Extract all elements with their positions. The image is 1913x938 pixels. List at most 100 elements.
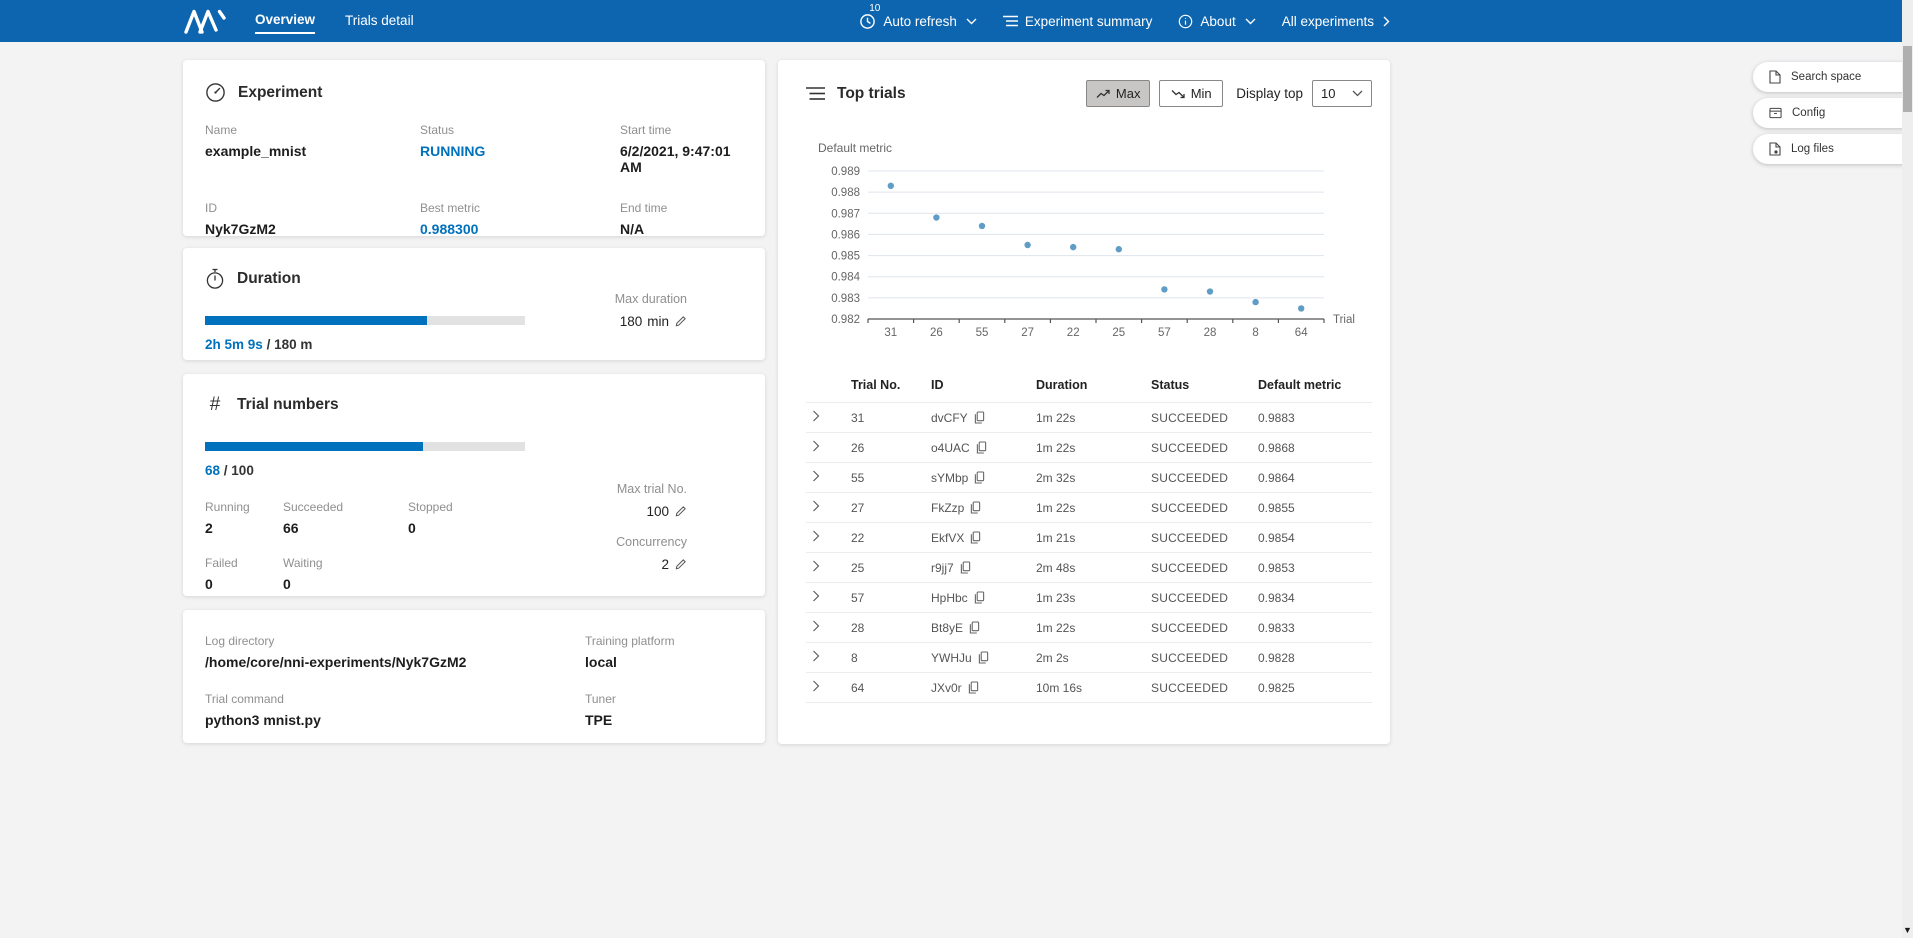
field-value: N/A	[620, 221, 743, 237]
table-row: 22 EkfVX 1m 21s SUCCEEDED 0.9854	[806, 523, 1372, 553]
edit-max-duration-pencil-icon[interactable]	[674, 315, 687, 328]
svg-text:26: 26	[930, 327, 943, 339]
col-header-duration: Duration	[1036, 372, 1151, 403]
display-top-select[interactable]: 10	[1312, 80, 1372, 107]
cell-duration: 1m 22s	[1036, 493, 1151, 523]
expand-row-chevron-icon[interactable]	[806, 680, 820, 692]
cell-status: SUCCEEDED	[1151, 643, 1258, 673]
experiment-info-card: Log directory /home/core/nni-experiments…	[183, 610, 765, 743]
scrollbar-thumb[interactable]	[1903, 46, 1912, 112]
experiment-summary-button[interactable]: Experiment summary	[1003, 14, 1153, 29]
cell-trial-no: 55	[851, 463, 931, 493]
stat-value: 2	[205, 520, 283, 536]
experiment-summary-label: Experiment summary	[1025, 14, 1153, 29]
table-row: 31 dvCFY 1m 22s SUCCEEDED 0.9883	[806, 403, 1372, 433]
nni-logo-icon[interactable]	[183, 8, 227, 35]
copy-id-icon[interactable]	[974, 411, 985, 424]
summary-list-icon	[1003, 15, 1018, 27]
duration-progress-bar	[205, 316, 525, 325]
max-duration-block: Max duration 180 min	[615, 292, 687, 345]
cell-trial-id: FkZzp	[931, 501, 964, 515]
expand-row-chevron-icon[interactable]	[806, 650, 820, 662]
max-toggle-button[interactable]: Max	[1086, 80, 1150, 107]
side-panel-button[interactable]: Config	[1753, 98, 1913, 128]
trial-numbers-card: # Trial numbers 68 / 100 Running 2 Succe…	[183, 374, 765, 596]
max-button-label: Max	[1116, 86, 1141, 101]
copy-id-icon[interactable]	[976, 441, 987, 454]
nav-tab-label: Trials detail	[345, 13, 414, 28]
svg-text:27: 27	[1021, 327, 1034, 339]
copy-id-icon[interactable]	[978, 651, 989, 664]
svg-text:0.985: 0.985	[831, 251, 860, 263]
cell-trial-id: dvCFY	[931, 411, 968, 425]
info-fields-grid: Log directory /home/core/nni-experiments…	[205, 634, 743, 728]
svg-text:0.983: 0.983	[831, 293, 860, 305]
expand-row-chevron-icon[interactable]	[806, 530, 820, 542]
field: End time N/A	[620, 201, 743, 237]
expand-row-chevron-icon[interactable]	[806, 470, 820, 482]
all-experiments-link[interactable]: All experiments	[1282, 14, 1390, 29]
experiment-fields-grid: Name example_mnist Status RUNNING Start …	[205, 123, 743, 237]
cell-trial-id: sYMbp	[931, 471, 968, 485]
field-value: example_mnist	[205, 143, 420, 159]
about-menu[interactable]: About	[1178, 14, 1255, 29]
svg-text:31: 31	[884, 327, 897, 339]
refresh-clock-icon: 10	[859, 13, 876, 30]
field-label: Name	[205, 123, 420, 137]
concurrency-label: Concurrency	[616, 535, 687, 549]
cell-status: SUCCEEDED	[1151, 433, 1258, 463]
trial-stat: Waiting 0	[283, 556, 408, 592]
edit-concurrency-pencil-icon[interactable]	[674, 558, 687, 571]
default-metric-chart: Default metric 0.9890.9880.9870.9860.985…	[806, 141, 1372, 348]
table-row: 64 JXv0r 10m 16s SUCCEEDED 0.9825	[806, 673, 1372, 703]
stopwatch-icon	[205, 268, 225, 290]
expand-row-chevron-icon[interactable]	[806, 560, 820, 572]
min-toggle-button[interactable]: Min	[1159, 80, 1223, 107]
experiment-gauge-icon	[205, 82, 226, 103]
expand-row-chevron-icon[interactable]	[806, 590, 820, 602]
svg-text:0.988: 0.988	[831, 187, 860, 199]
side-panel-button[interactable]: Search space	[1753, 62, 1913, 92]
field-label: Trial command	[205, 692, 585, 706]
trial-stat: Succeeded 66	[283, 500, 408, 536]
chevron-down-icon	[966, 18, 977, 25]
copy-id-icon[interactable]	[970, 531, 981, 544]
side-button-label: Search space	[1791, 71, 1861, 83]
copy-id-icon[interactable]	[960, 561, 971, 574]
display-top-value: 10	[1321, 86, 1335, 101]
expand-row-chevron-icon[interactable]	[806, 620, 820, 632]
field: Name example_mnist	[205, 123, 420, 175]
cell-trial-no: 25	[851, 553, 931, 583]
copy-id-icon[interactable]	[974, 591, 985, 604]
table-header-row: Trial No. ID Duration Status Default met…	[806, 372, 1372, 403]
max-duration-value: 180	[620, 314, 643, 329]
trial-numbers-card-title: Trial numbers	[237, 396, 339, 414]
expand-row-chevron-icon[interactable]	[806, 500, 820, 512]
duration-elapsed: 2h 5m 9s	[205, 337, 263, 352]
cell-status: SUCCEEDED	[1151, 523, 1258, 553]
col-header-status: Status	[1151, 372, 1258, 403]
stat-value: 0	[408, 520, 585, 536]
log-files-icon	[1769, 142, 1781, 156]
copy-id-icon[interactable]	[970, 501, 981, 514]
cell-trial-id: HpHbc	[931, 591, 968, 605]
hash-icon: #	[205, 394, 225, 416]
config-icon	[1769, 107, 1782, 119]
copy-id-icon[interactable]	[969, 621, 980, 634]
expand-row-chevron-icon[interactable]	[806, 410, 820, 422]
copy-id-icon[interactable]	[974, 471, 985, 484]
cell-trial-id: EkfVX	[931, 531, 964, 545]
cell-status: SUCCEEDED	[1151, 403, 1258, 433]
vertical-scrollbar[interactable]: ▼	[1902, 0, 1913, 938]
edit-max-trial-pencil-icon[interactable]	[674, 505, 687, 518]
nav-tab[interactable]: Trials detail	[345, 9, 414, 33]
trial-stat: Stopped 0	[408, 500, 585, 536]
expand-row-chevron-icon[interactable]	[806, 440, 820, 452]
auto-refresh-button[interactable]: 10 Auto refresh	[859, 13, 977, 30]
cell-default-metric: 0.9828	[1258, 643, 1372, 673]
side-panel-button[interactable]: Log files	[1753, 134, 1913, 164]
scrollbar-down-arrow-icon[interactable]: ▼	[1902, 925, 1913, 935]
side-button-label: Config	[1792, 107, 1825, 119]
copy-id-icon[interactable]	[968, 681, 979, 694]
nav-tab[interactable]: Overview	[255, 8, 315, 34]
